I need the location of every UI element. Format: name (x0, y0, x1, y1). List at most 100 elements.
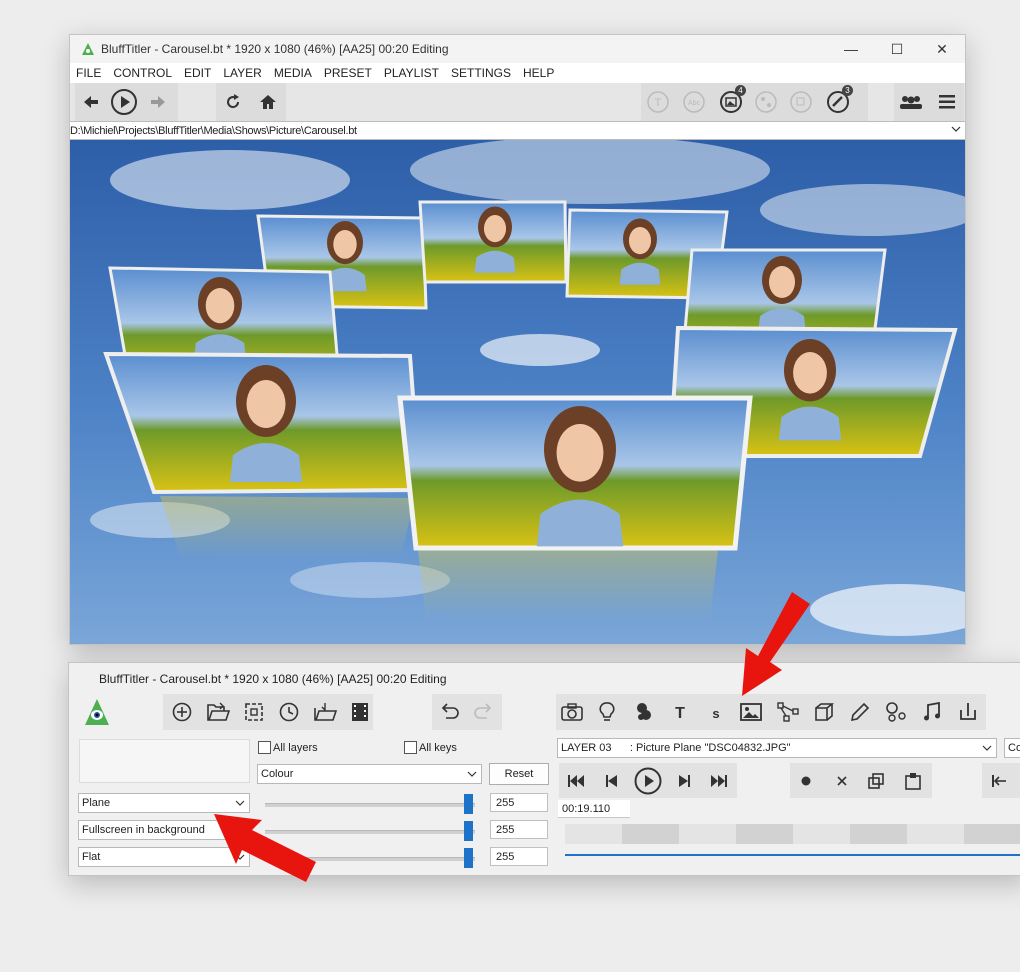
slider-thumb-1[interactable] (464, 794, 473, 814)
menu-settings[interactable]: SETTINGS (451, 66, 511, 80)
slider-thumb-3[interactable] (464, 848, 473, 868)
carousel-panel-front (397, 395, 753, 551)
hamburger-menu-icon[interactable] (932, 87, 962, 117)
anchor-down-icon[interactable] (954, 698, 982, 726)
timeline-segment[interactable] (679, 824, 736, 844)
chevron-down-icon (951, 126, 961, 132)
text-layer-icon[interactable]: T (643, 87, 673, 117)
render-viewport[interactable] (70, 140, 965, 644)
open-folder-icon[interactable] (204, 698, 232, 726)
users-icon[interactable] (896, 87, 926, 117)
frame-select-icon[interactable] (240, 698, 268, 726)
all-layers-checkbox[interactable]: All layers (258, 741, 318, 754)
picture-icon[interactable] (737, 698, 765, 726)
particles-icon[interactable] (882, 698, 910, 726)
property-select[interactable]: Colour (257, 764, 482, 784)
paste-key-icon[interactable] (899, 767, 927, 795)
align-left-icon[interactable] (985, 767, 1013, 795)
home-icon[interactable] (253, 87, 283, 117)
style-select-1[interactable]: Plane (78, 793, 250, 813)
cube-icon[interactable] (810, 698, 838, 726)
value-field-1[interactable]: 255 (490, 793, 548, 812)
refresh-icon[interactable] (218, 87, 248, 117)
path-node-icon[interactable] (774, 698, 802, 726)
style-select-3-value: Flat (82, 851, 101, 863)
clock-icon[interactable] (275, 698, 303, 726)
style-select-1-value: Plane (82, 797, 111, 809)
layer-preview-box (79, 739, 250, 783)
picture-layer-icon[interactable]: 4 (716, 85, 746, 117)
skip-to-end-icon[interactable] (705, 767, 733, 795)
pencil-icon[interactable] (846, 698, 874, 726)
main-toolbar: T Abc 4 3 (70, 83, 965, 121)
step-back-icon[interactable] (598, 767, 626, 795)
particle-layer-icon[interactable] (751, 87, 781, 117)
path-combobox[interactable]: D:\Michiel\Projects\BluffTitler\Media\Sh… (70, 121, 965, 140)
menu-edit[interactable]: EDIT (184, 66, 211, 80)
menu-file[interactable]: FILE (76, 66, 101, 80)
slider-thumb-2[interactable] (464, 821, 473, 841)
back-icon[interactable] (76, 87, 106, 117)
copy-layer-icon[interactable] (786, 87, 816, 117)
menubar: FILE CONTROL EDIT LAYER MEDIA PRESET PLA… (70, 63, 965, 83)
control-window: BluffTitler - Carousel.bt * 1920 x 1080 … (68, 662, 1020, 876)
import-folder-icon[interactable] (311, 698, 339, 726)
timeline-segment[interactable] (850, 824, 907, 844)
timeline-segment[interactable] (964, 824, 1020, 844)
step-forward-icon[interactable] (670, 767, 698, 795)
all-layers-label: All layers (273, 741, 318, 754)
layer-select[interactable]: LAYER 03 : Picture Plane "DSC04832.JPG" (557, 738, 997, 758)
record-key-icon[interactable] (792, 767, 820, 795)
maximize-button[interactable]: ☐ (874, 35, 920, 63)
music-note-icon[interactable] (918, 698, 946, 726)
svg-text:Abc: Abc (688, 100, 701, 107)
all-keys-label: All keys (419, 741, 457, 754)
menu-playlist[interactable]: PLAYLIST (384, 66, 439, 80)
menu-media[interactable]: MEDIA (274, 66, 312, 80)
subtitle-icon[interactable]: s (702, 698, 730, 726)
play-button-icon[interactable] (634, 767, 662, 795)
menu-preset[interactable]: PRESET (324, 66, 372, 80)
value-field-2[interactable]: 255 (490, 820, 548, 839)
menu-control[interactable]: CONTROL (113, 66, 172, 80)
abc-layer-icon[interactable]: Abc (679, 87, 709, 117)
menu-help[interactable]: HELP (523, 66, 554, 80)
svg-text:T: T (655, 97, 662, 109)
value-field-3[interactable]: 255 (490, 847, 548, 866)
play-icon[interactable] (109, 87, 139, 117)
add-icon[interactable] (168, 698, 196, 726)
checkbox-box (258, 741, 271, 754)
all-keys-checkbox[interactable]: All keys (404, 741, 457, 754)
timeline-progress-line (565, 854, 1020, 856)
clock-layer-icon[interactable]: 3 (823, 85, 853, 117)
redo-icon[interactable] (470, 698, 498, 726)
time-display[interactable]: 00:19.110 (558, 800, 630, 818)
timeline-segment[interactable] (736, 824, 793, 844)
timeline-segment[interactable] (622, 824, 679, 844)
camera-icon[interactable] (558, 698, 586, 726)
carousel-panel-2 (418, 200, 568, 284)
timeline-segment[interactable] (793, 824, 850, 844)
close-button[interactable]: ✕ (919, 35, 965, 63)
reset-button[interactable]: Reset (489, 763, 549, 785)
film-icon[interactable] (346, 698, 374, 726)
svg-text:T: T (675, 705, 685, 720)
delete-key-icon[interactable] (828, 767, 856, 795)
forward-icon[interactable] (143, 87, 173, 117)
timeline-segment[interactable] (907, 824, 964, 844)
menu-layer[interactable]: LAYER (223, 66, 261, 80)
main-titlebar[interactable]: BluffTitler - Carousel.bt * 1920 x 1080 … (70, 35, 965, 63)
main-window: BluffTitler - Carousel.bt * 1920 x 1080 … (69, 34, 966, 645)
text-icon[interactable]: T (666, 698, 694, 726)
carousel-panel-6 (103, 351, 423, 495)
timeline-segment[interactable] (565, 824, 622, 844)
blob-icon[interactable] (630, 698, 658, 726)
minimize-button[interactable]: — (828, 35, 874, 63)
right-select[interactable]: Co (1004, 738, 1020, 758)
right-select-value: Co (1008, 742, 1020, 754)
undo-icon[interactable] (435, 698, 463, 726)
copy-key-icon[interactable] (862, 767, 890, 795)
skip-to-start-icon[interactable] (562, 767, 590, 795)
light-bulb-icon[interactable] (593, 698, 621, 726)
slider-track-1[interactable] (265, 803, 475, 807)
